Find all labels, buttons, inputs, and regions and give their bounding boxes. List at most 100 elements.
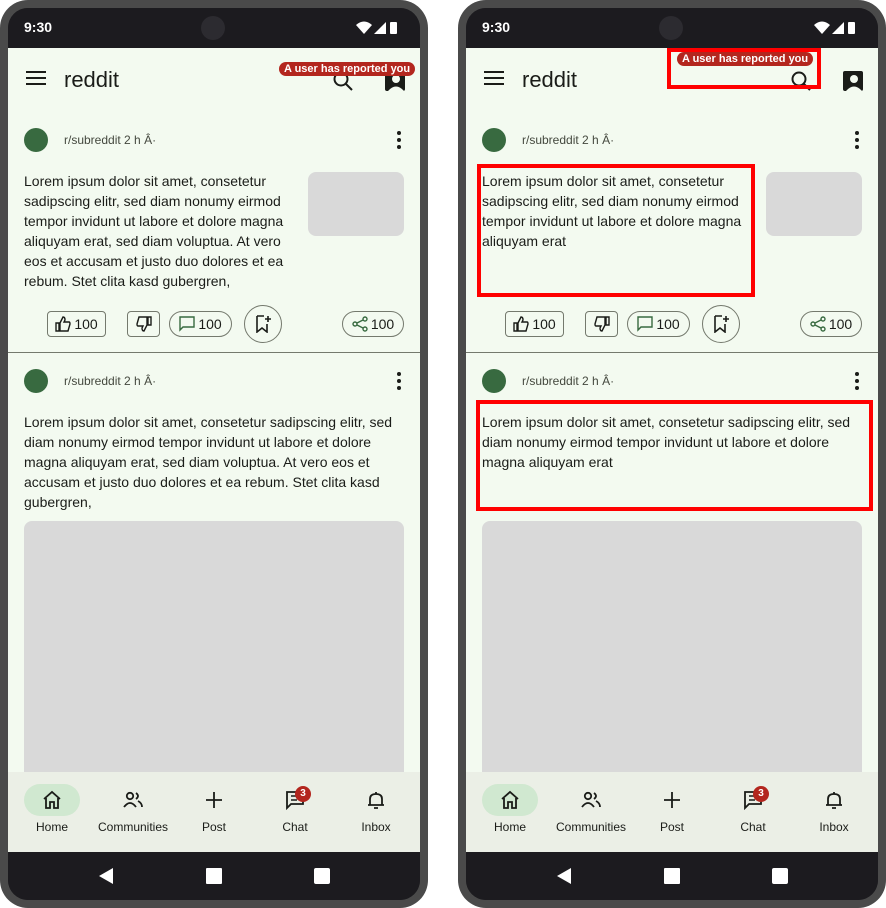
post-text[interactable]: Lorem ipsum dolor sit amet, consetetur s… [24,412,406,512]
status-icons [356,21,397,34]
subreddit-name: r/subreddit [64,374,121,388]
comment-icon [179,316,196,332]
battery-icon [390,22,397,34]
post-text[interactable]: Lorem ipsum dolor sit amet, consetetur s… [24,171,296,291]
status-bar: 9:30 [8,8,420,48]
post-time: 2 h Â· [124,133,157,147]
screen: 9:30 reddit A user has reported you r/su… [466,8,878,900]
add-icon [206,792,222,808]
battery-icon [848,22,855,34]
nav-label: Chat [740,820,766,834]
back-icon[interactable] [99,868,113,884]
nav-indicator [348,784,404,816]
app-title: reddit [64,67,120,92]
nav-indicator [186,784,242,816]
nav-indicator [24,784,80,816]
subreddit-name: r/subreddit [64,133,121,147]
subreddit-name: r/subreddit [522,133,579,147]
comment-icon [637,316,654,332]
avatar[interactable] [482,369,506,393]
nav-chat[interactable]: 3 Chat [255,772,335,852]
bell-icon [826,792,842,809]
upvote-button[interactable]: 100 [505,311,564,337]
recents-icon[interactable] [314,868,330,884]
camera-cutout [201,16,225,40]
bookmark-add-icon [256,315,271,333]
nav-label: Post [201,820,226,834]
avatar[interactable] [24,369,48,393]
upvote-button[interactable]: 100 [47,311,106,337]
thumb-down-icon [135,316,152,332]
screen: 9:30 reddit A user has reported you r/su… [8,8,420,900]
status-bar: 9:30 [466,8,878,48]
nav-post[interactable]: Post [174,772,254,852]
post-time: 2 h Â· [582,133,615,147]
save-button[interactable] [244,305,282,343]
chat-badge: 3 [753,786,769,802]
share-button[interactable]: 100 [342,311,404,337]
back-icon[interactable] [557,868,571,884]
report-badge: A user has reported you [279,62,416,76]
nav-chat[interactable]: 3 Chat [713,772,793,852]
thumb-down-icon [593,316,610,332]
nav-post[interactable]: Post [632,772,712,852]
nav-label: Home [493,820,526,834]
home-square-icon[interactable] [206,868,222,884]
system-nav-bar [466,852,878,900]
post-time: 2 h Â· [582,374,615,388]
menu-icon[interactable] [26,70,46,86]
comment-count: 100 [656,316,680,332]
menu-icon[interactable] [484,70,504,86]
subreddit-meta[interactable]: r/subreddit 2 h Â· [522,374,614,388]
status-time: 9:30 [24,19,53,35]
home-icon [501,790,519,809]
post-header: r/subreddit 2 h Â· [8,365,420,397]
nav-label: Communities [97,820,169,834]
avatar[interactable] [482,128,506,152]
downvote-button[interactable] [127,311,160,337]
subreddit-meta[interactable]: r/subreddit 2 h Â· [64,133,156,147]
nav-inbox[interactable]: Inbox [794,772,874,852]
phone-right: 9:30 reddit A user has reported you r/su… [458,0,886,908]
highlight-post1-text [477,164,755,297]
divider [466,352,878,353]
nav-home[interactable]: Home [12,772,92,852]
more-vert-icon[interactable] [396,371,402,391]
nav-label: Communities [555,820,627,834]
post-thumbnail[interactable] [766,172,862,236]
subreddit-meta[interactable]: r/subreddit 2 h Â· [64,374,156,388]
more-vert-icon[interactable] [396,130,402,150]
bottom-nav: Home Communities Post 3 Chat Inbox [466,772,878,852]
post-header: r/subreddit 2 h Â· [466,365,878,397]
more-vert-icon[interactable] [854,130,860,150]
communities-icon [123,791,143,808]
home-square-icon[interactable] [664,868,680,884]
subreddit-name: r/subreddit [522,374,579,388]
avatar[interactable] [24,128,48,152]
phone-left: 9:30 reddit A user has reported you r/su… [0,0,428,908]
system-nav-bar [8,852,420,900]
nav-label: Inbox [819,820,849,834]
wifi-icon [814,21,830,34]
account-icon[interactable] [842,70,864,92]
nav-label: Chat [282,820,308,834]
nav-inbox[interactable]: Inbox [336,772,416,852]
save-button[interactable] [702,305,740,343]
recents-icon[interactable] [772,868,788,884]
nav-communities[interactable]: Communities [93,772,173,852]
share-icon [352,316,368,332]
post-thumbnail[interactable] [308,172,404,236]
app-screen: reddit A user has reported you r/subredd… [466,48,878,852]
nav-indicator [644,784,700,816]
nav-communities[interactable]: Communities [551,772,631,852]
more-vert-icon[interactable] [854,371,860,391]
downvote-button[interactable] [585,311,618,337]
bottom-nav: Home Communities Post 3 Chat Inbox [8,772,420,852]
comment-button[interactable]: 100 [627,311,690,337]
comment-button[interactable]: 100 [169,311,232,337]
nav-home[interactable]: Home [470,772,550,852]
subreddit-meta[interactable]: r/subreddit 2 h Â· [522,133,614,147]
nav-indicator [267,784,323,816]
nav-indicator [806,784,862,816]
share-button[interactable]: 100 [800,311,862,337]
